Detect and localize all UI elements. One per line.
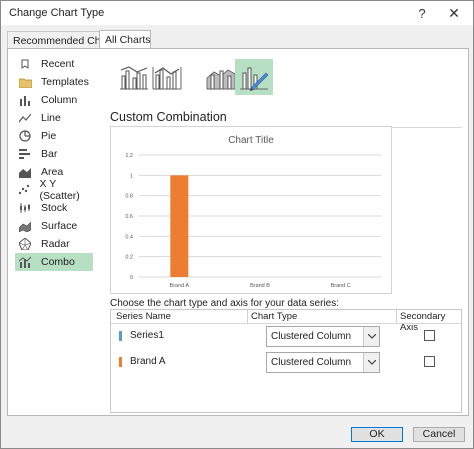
sidebar-item-label: Radar: [41, 238, 70, 250]
header-divider: [111, 323, 461, 324]
column-separator: [247, 310, 248, 323]
area-chart-icon: [18, 166, 32, 178]
sidebar-item-label: Pie: [41, 130, 57, 142]
chart-title: Chart Title: [228, 135, 274, 146]
tab-all-charts[interactable]: All Charts: [99, 30, 151, 50]
sidebar-item-pie[interactable]: Pie: [15, 127, 93, 145]
sidebar-item-label: Stock: [41, 202, 68, 214]
series-config-grid: Series Name Chart Type Secondary Axis Se…: [110, 309, 462, 413]
sidebar-item-stock[interactable]: Stock: [15, 199, 93, 217]
tab-recommended-charts[interactable]: Recommended Charts: [7, 31, 118, 49]
x-tick-label: Brand C: [331, 283, 351, 289]
series-color-marker: [119, 357, 122, 367]
help-button[interactable]: ?: [411, 3, 433, 23]
sidebar-item-bar[interactable]: Bar: [15, 145, 93, 163]
chevron-down-icon[interactable]: [363, 327, 379, 346]
series-name: Series1: [130, 330, 164, 341]
sidebar-item-combo[interactable]: Combo: [15, 253, 93, 271]
column-separator: [396, 310, 397, 323]
title-bar: Change Chart Type ? ✕: [1, 1, 473, 25]
y-tick-label: 1.2: [125, 153, 133, 159]
section-title: Custom Combination: [110, 110, 227, 124]
sidebar-item-label: Area: [41, 166, 64, 178]
sidebar-item-label: Surface: [41, 220, 78, 232]
sidebar-item-label: Recent: [41, 58, 75, 70]
series-color-marker: [119, 331, 122, 341]
chart-type-select[interactable]: Clustered Column: [266, 326, 380, 347]
column-chart-icon: [18, 94, 32, 106]
bar: [170, 175, 189, 277]
secondary-axis-checkbox[interactable]: [424, 330, 435, 341]
y-tick-label: 0.4: [125, 234, 133, 240]
chart-preview: Chart Title 0 0.2 0.4 0.6 0.8 1 1.2 Brand A Brand…: [110, 126, 392, 294]
sidebar-item-label: Column: [41, 94, 78, 106]
column-header-series-name: Series Name: [116, 311, 171, 322]
sidebar-item-column[interactable]: Column: [15, 91, 93, 109]
bar-chart-icon: [18, 148, 32, 160]
x-tick-label: Brand B: [250, 283, 270, 289]
y-tick-label: 0.6: [125, 214, 133, 220]
y-tick-label: 0.8: [125, 194, 133, 200]
recent-icon: [18, 58, 32, 70]
stock-chart-icon: [18, 202, 32, 214]
sidebar-item-surface[interactable]: Surface: [15, 217, 93, 235]
chart-type-value: Clustered Column: [271, 357, 352, 368]
radar-chart-icon: [18, 238, 32, 250]
templates-folder-icon: [18, 76, 32, 88]
sidebar-item-line[interactable]: Line: [15, 109, 93, 127]
combo-chart-icon: [18, 256, 32, 268]
column-header-chart-type: Chart Type: [251, 311, 298, 322]
surface-chart-icon: [18, 220, 32, 232]
dialog-title: Change Chart Type: [9, 7, 105, 19]
chart-preview-svg: Chart Title 0 0.2 0.4 0.6 0.8 1 1.2 Brand A Brand…: [125, 135, 381, 289]
x-tick-label: Brand A: [170, 283, 190, 289]
series-prompt: Choose the chart type and axis for your …: [110, 298, 340, 309]
secondary-axis-checkbox[interactable]: [424, 356, 435, 367]
chart-type-value: Clustered Column: [271, 331, 352, 342]
sidebar-item-templates[interactable]: Templates: [15, 73, 93, 91]
ok-button[interactable]: OK: [351, 427, 403, 442]
cancel-button[interactable]: Cancel: [413, 427, 465, 442]
sidebar-item-label: Line: [41, 112, 61, 124]
change-chart-type-dialog: Change Chart Type ? ✕ Recommended Charts…: [0, 0, 474, 449]
sidebar-item-label: Templates: [41, 76, 89, 88]
sidebar-item-label: Bar: [41, 148, 58, 160]
pie-chart-icon: [18, 130, 32, 142]
table-row: Series1 Clustered Column: [111, 326, 461, 348]
y-tick-label: 0.2: [125, 255, 133, 261]
clustered-column-line-secondary-icon[interactable]: [148, 59, 186, 95]
sidebar-item-xy-scatter[interactable]: X Y (Scatter): [15, 178, 93, 202]
chart-type-select[interactable]: Clustered Column: [266, 352, 380, 373]
table-row: Brand A Clustered Column: [111, 352, 461, 374]
all-charts-panel: Recent Templates Column Line Pie Bar Are…: [7, 48, 469, 416]
line-chart-icon: [18, 112, 32, 124]
y-tick-label: 0: [130, 275, 133, 281]
series-name: Brand A: [130, 356, 166, 367]
y-tick-label: 1: [130, 173, 133, 179]
custom-combination-icon[interactable]: [235, 59, 273, 95]
close-button[interactable]: ✕: [443, 3, 465, 23]
sidebar-item-recent[interactable]: Recent: [15, 55, 93, 73]
sidebar-item-radar[interactable]: Radar: [15, 235, 93, 253]
scatter-chart-icon: [18, 184, 31, 196]
chevron-down-icon[interactable]: [363, 353, 379, 372]
sidebar-item-label: Combo: [41, 256, 75, 268]
